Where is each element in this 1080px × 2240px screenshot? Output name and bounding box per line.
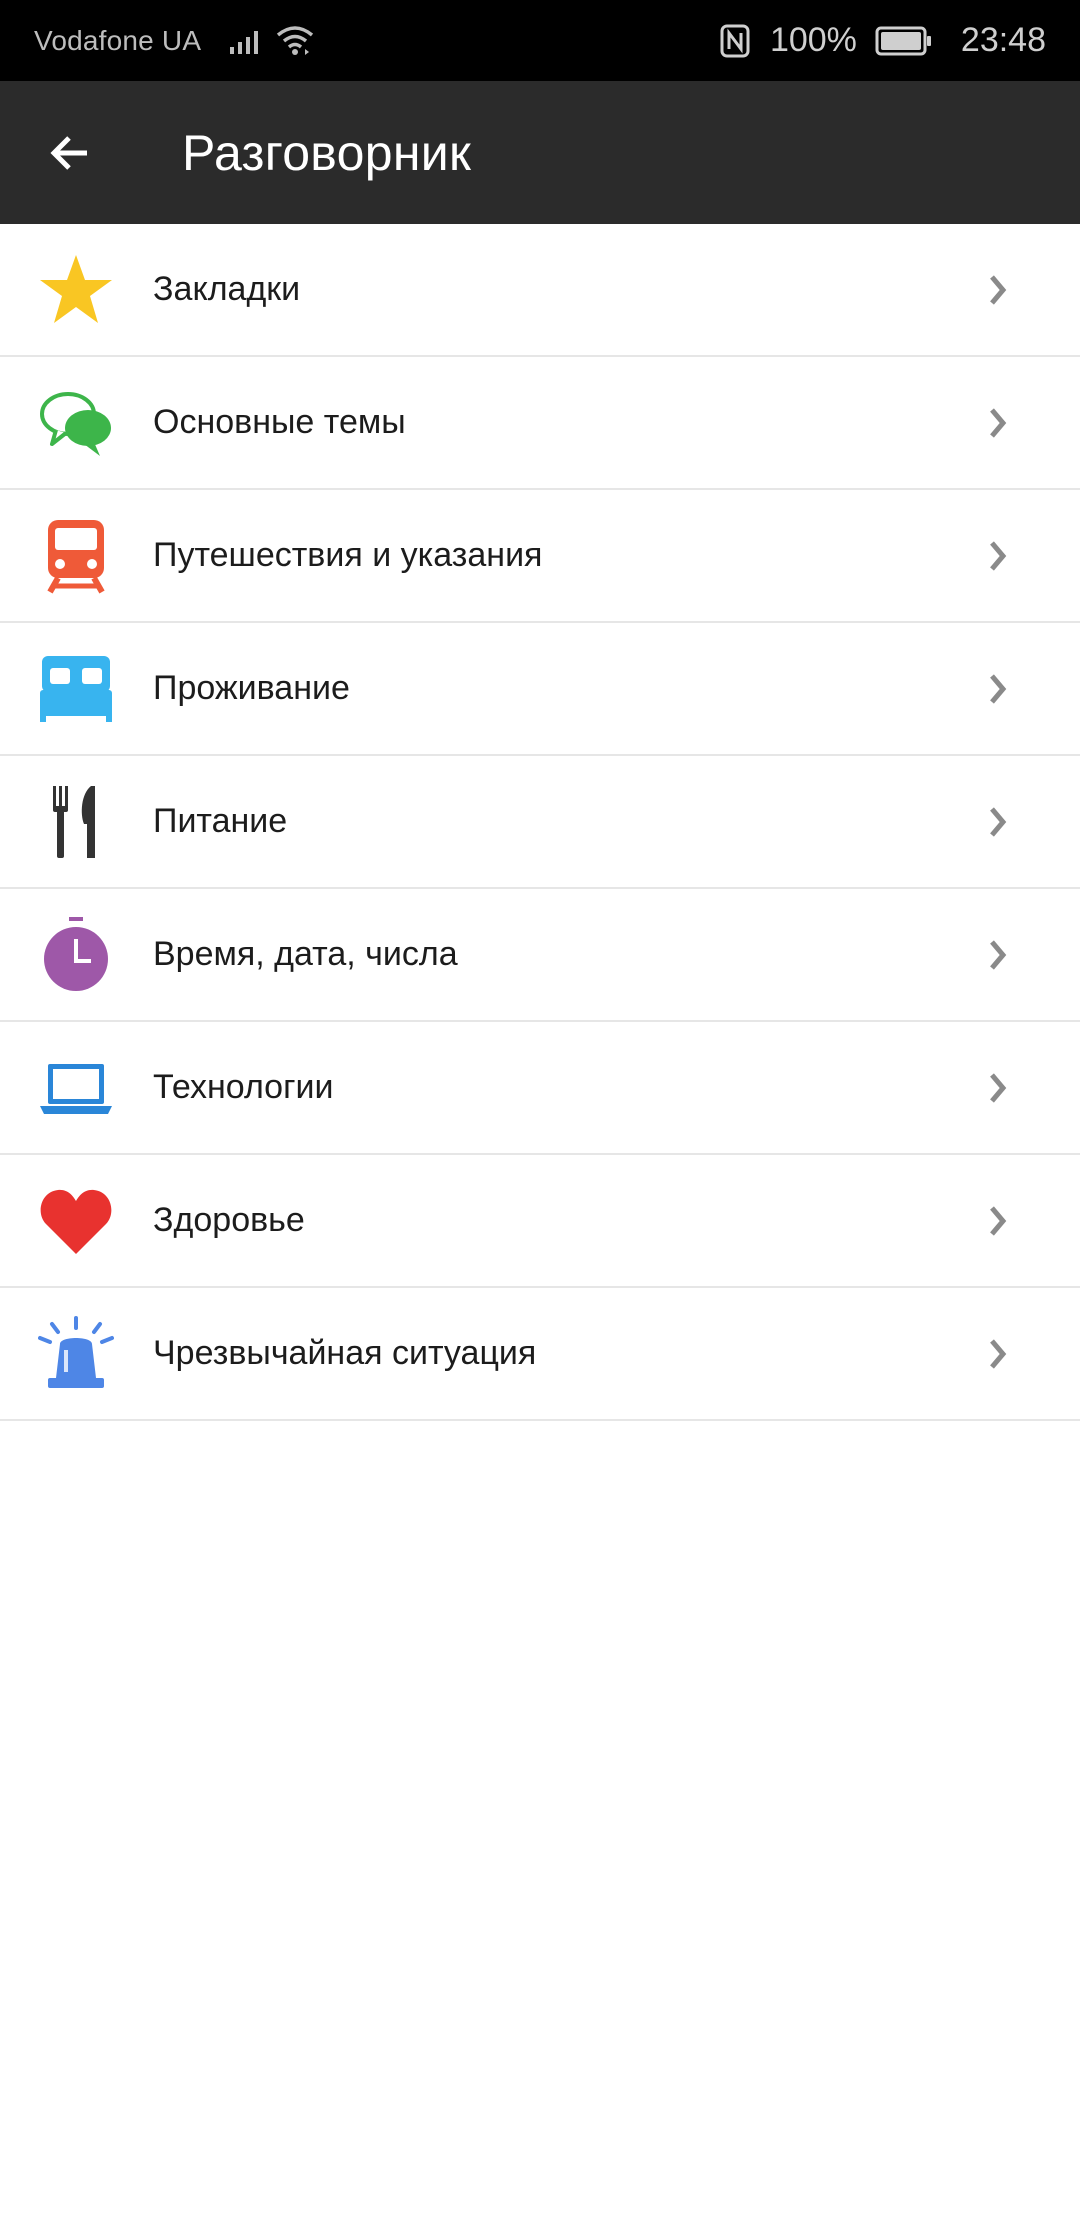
- list-item-travel[interactable]: Путешествия и указания: [0, 490, 1080, 623]
- signal-icon: [229, 27, 265, 55]
- list-item-accommodation[interactable]: Проживание: [0, 623, 1080, 756]
- chevron-right-icon: [978, 935, 1018, 975]
- chevron-right-icon: [978, 802, 1018, 842]
- list-item-label: Питание: [153, 802, 288, 840]
- list-item-label: Технологии: [153, 1068, 334, 1106]
- list-item-label: Закладки: [153, 270, 301, 308]
- bed-icon: [36, 649, 116, 729]
- back-button[interactable]: [16, 98, 126, 208]
- siren-icon: [36, 1314, 116, 1394]
- status-bar: Vodafone UA 100% 23:48: [0, 0, 1080, 81]
- arrow-left-icon: [50, 135, 87, 170]
- page-title: Разговорник: [182, 124, 472, 181]
- list-item-food[interactable]: Питание: [0, 756, 1080, 889]
- status-right: 100% 23:48: [720, 0, 1046, 81]
- clock: 23:48: [960, 21, 1046, 59]
- wifi-icon: [275, 25, 315, 57]
- laptop-icon: [36, 1048, 116, 1128]
- star-icon: [36, 250, 116, 330]
- list-item-label: Путешествия и указания: [153, 536, 543, 574]
- speech-bubbles-icon: [36, 383, 116, 463]
- cutlery-icon: [36, 782, 116, 862]
- list-item-time-date-numbers[interactable]: Время, дата, числа: [0, 889, 1080, 1022]
- app-bar: Разговорник: [0, 81, 1080, 224]
- list-item-label: Основные темы: [153, 403, 406, 441]
- list-item-technology[interactable]: Технологии: [0, 1022, 1080, 1155]
- heart-icon: [36, 1181, 116, 1261]
- status-left: Vodafone UA: [34, 0, 720, 81]
- chevron-right-icon: [978, 1334, 1018, 1374]
- chevron-right-icon: [978, 1068, 1018, 1108]
- list-item-label: Здоровье: [153, 1201, 305, 1239]
- list-item-emergency[interactable]: Чрезвычайная ситуация: [0, 1288, 1080, 1421]
- chevron-right-icon: [978, 669, 1018, 709]
- list-item-label: Чрезвычайная ситуация: [153, 1334, 537, 1372]
- nfc-icon: [720, 24, 750, 58]
- battery-percent: 100%: [769, 21, 857, 59]
- carrier-name: Vodafone UA: [34, 24, 202, 56]
- train-icon: [36, 516, 116, 596]
- list-item-health[interactable]: Здоровье: [0, 1155, 1080, 1288]
- chevron-right-icon: [978, 403, 1018, 443]
- chevron-right-icon: [978, 536, 1018, 576]
- battery-icon: [875, 26, 933, 56]
- chevron-right-icon: [978, 1201, 1018, 1241]
- category-list: Закладки Основные темы Путешествия и ука…: [0, 224, 1080, 1421]
- stopwatch-icon: [36, 915, 116, 995]
- chevron-right-icon: [978, 270, 1018, 310]
- list-item-bookmarks[interactable]: Закладки: [0, 224, 1080, 357]
- list-item-label: Время, дата, числа: [153, 935, 458, 973]
- list-item-label: Проживание: [153, 669, 350, 707]
- list-item-basic-topics[interactable]: Основные темы: [0, 357, 1080, 490]
